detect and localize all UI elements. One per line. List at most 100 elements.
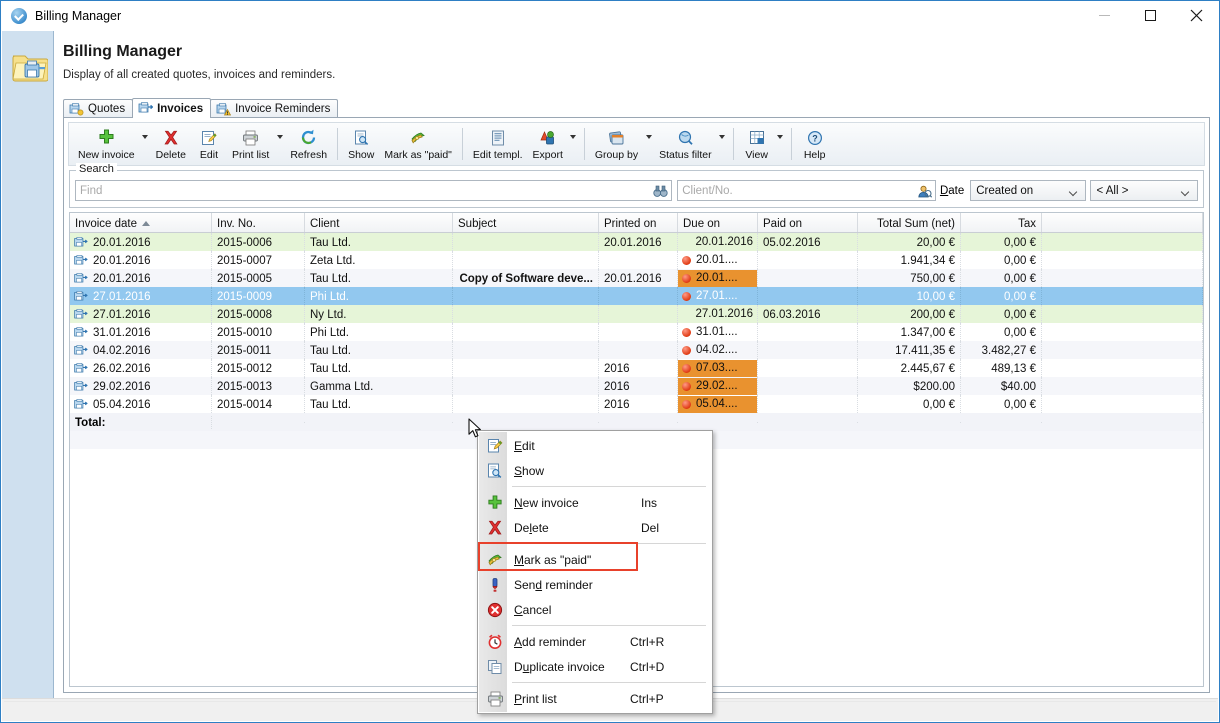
toolbar-view-dropdown[interactable] — [775, 123, 786, 165]
col-tax[interactable]: Tax — [961, 213, 1042, 232]
cell-tax: 0,00 € — [961, 269, 1042, 287]
cell-printed-on: 20.01.2016 — [599, 269, 678, 287]
col-client[interactable]: Client — [305, 213, 453, 232]
cell-subject — [453, 341, 599, 359]
context-menu-item-mark-as-paid[interactable]: Mark as "paid" — [478, 547, 712, 572]
binoculars-icon[interactable] — [653, 184, 668, 199]
cell-client: Ny Ltd. — [305, 305, 453, 323]
cell-client: Phi Ltd. — [305, 287, 453, 305]
overdue-chip: 20.01.... — [678, 270, 757, 287]
toolbar-mark-as-paid[interactable]: Mark as "paid" — [379, 123, 457, 165]
date-range-combo[interactable]: < All > — [1090, 180, 1198, 201]
col-total-sum[interactable]: Total Sum (net) — [858, 213, 961, 232]
close-button[interactable] — [1173, 1, 1219, 30]
context-menu-item-cancel[interactable]: Cancel — [478, 597, 712, 622]
cell-subject — [453, 359, 599, 377]
toolbar-status-filter[interactable]: Status filter — [654, 123, 717, 165]
col-blank[interactable] — [1042, 213, 1203, 232]
red-x-icon — [482, 520, 508, 536]
pencil-page-icon — [201, 128, 217, 147]
cell-due-on-text: 27.01.... — [696, 290, 738, 302]
toolbar-print-list-dropdown[interactable] — [274, 123, 285, 165]
context-menu-separator — [512, 682, 706, 683]
overdue-dot-icon — [682, 400, 691, 409]
cell-tax: 0,00 € — [961, 305, 1042, 323]
status-filter-icon — [677, 128, 694, 147]
context-menu-item-send-reminder[interactable]: Send reminder — [478, 572, 712, 597]
cell-subject — [453, 287, 599, 305]
client-no-input-wrap[interactable] — [677, 180, 936, 201]
maximize-button[interactable] — [1127, 1, 1173, 30]
context-menu-item-edit[interactable]: Edit — [478, 433, 712, 458]
col-paid-on[interactable]: Paid on — [758, 213, 858, 232]
cell-due-on-text: 20.01.... — [696, 254, 738, 266]
table-row[interactable]: 04.02.20162015-0011Tau Ltd.04.02....17.4… — [70, 341, 1203, 359]
cell-inv-no: 2015-0012 — [212, 359, 305, 377]
tab-invoice-reminders[interactable]: Invoice Reminders — [210, 99, 338, 118]
toolbar-edit-templ-label: Edit templ. — [473, 149, 523, 161]
toolbar-status-filter-dropdown[interactable] — [717, 123, 728, 165]
reminder-icon — [482, 577, 508, 593]
toolbar-export[interactable]: Export — [528, 123, 568, 165]
invoice-doc-icon — [74, 237, 88, 249]
context-menu-item-delete[interactable]: DeleteDel — [478, 515, 712, 540]
find-input-wrap[interactable] — [75, 180, 672, 201]
date-field-combo[interactable]: Created on — [970, 180, 1085, 201]
toolbar-new-invoice[interactable]: New invoice — [73, 123, 140, 165]
cell-blank — [1042, 395, 1203, 413]
cell-invoice-date-text: 05.04.2016 — [93, 399, 151, 411]
toolbar-view[interactable]: View — [739, 123, 775, 165]
toolbar-mark-as-paid-label: Mark as "paid" — [384, 149, 452, 161]
printer-icon — [482, 691, 508, 707]
minimize-button[interactable] — [1081, 1, 1127, 30]
toolbar-help[interactable]: ? Help — [797, 123, 833, 165]
table-row[interactable]: 29.02.20162015-0013Gamma Ltd.201629.02..… — [70, 377, 1203, 395]
tab-invoices[interactable]: Invoices — [132, 98, 211, 118]
client-search-icon[interactable] — [917, 184, 932, 199]
table-row[interactable]: 20.01.20162015-0006Tau Ltd.20.01.201620.… — [70, 233, 1203, 251]
toolbar-edit[interactable]: Edit — [191, 123, 227, 165]
context-menu-item-add-reminder[interactable]: Add reminderCtrl+R — [478, 629, 712, 654]
toolbar-refresh[interactable]: Refresh — [285, 123, 332, 165]
toolbar-delete[interactable]: Delete — [151, 123, 191, 165]
toolbar-edit-templ[interactable]: Edit templ. — [468, 123, 528, 165]
overdue-chip: 07.03.... — [678, 360, 757, 377]
table-row[interactable]: 27.01.20162015-0009Phi Ltd.27.01....10,0… — [70, 287, 1203, 305]
col-inv-no[interactable]: Inv. No. — [212, 213, 305, 232]
client-no-input[interactable] — [678, 182, 935, 199]
cell-tax: 0,00 € — [961, 251, 1042, 269]
due-value: 20.01.... — [678, 252, 757, 269]
toolbar-print-list[interactable]: Print list — [227, 123, 274, 165]
cell-invoice-date: 31.01.2016 — [70, 323, 212, 341]
toolbar-group-by-dropdown[interactable] — [643, 123, 654, 165]
toolbar-group-by[interactable]: Group by — [590, 123, 643, 165]
table-row[interactable]: 20.01.20162015-0007Zeta Ltd.20.01....1.9… — [70, 251, 1203, 269]
cell-paid-on — [758, 377, 858, 395]
overdue-dot-icon — [682, 292, 691, 301]
cell-client: Zeta Ltd. — [305, 251, 453, 269]
context-menu-item-duplicate-invoice[interactable]: Duplicate invoiceCtrl+D — [478, 654, 712, 679]
toolbar-new-invoice-dropdown[interactable] — [140, 123, 151, 165]
toolbar-export-dropdown[interactable] — [568, 123, 579, 165]
col-printed-on[interactable]: Printed on — [599, 213, 678, 232]
col-due-on[interactable]: Due on — [678, 213, 758, 232]
find-input[interactable] — [76, 182, 671, 199]
col-subject[interactable]: Subject — [453, 213, 599, 232]
cell-total-sum: 1.941,34 € — [858, 251, 961, 269]
chevron-down-icon — [1070, 189, 1078, 194]
context-menu-item-label: New invoice — [514, 496, 579, 510]
table-row[interactable]: 26.02.20162015-0012Tau Ltd.201607.03....… — [70, 359, 1203, 377]
cell-due-on-text: 07.03.... — [696, 362, 738, 374]
table-row[interactable]: 20.01.20162015-0005Tau Ltd.Copy of Softw… — [70, 269, 1203, 287]
cell-inv-no: 2015-0014 — [212, 395, 305, 413]
context-menu-item-print-list[interactable]: Print listCtrl+P — [478, 686, 712, 711]
table-row[interactable]: 27.01.20162015-0008Ny Ltd.27.01.201606.0… — [70, 305, 1203, 323]
table-row[interactable]: 05.04.20162015-0014Tau Ltd.201605.04....… — [70, 395, 1203, 413]
col-invoice-date[interactable]: Invoice date — [70, 213, 212, 232]
tab-quotes[interactable]: Quotes — [63, 99, 133, 118]
context-menu-item-new-invoice[interactable]: New invoiceIns — [478, 490, 712, 515]
toolbar-separator-2 — [462, 128, 463, 160]
toolbar-show[interactable]: Show — [343, 123, 379, 165]
table-row[interactable]: 31.01.20162015-0010Phi Ltd.31.01....1.34… — [70, 323, 1203, 341]
context-menu-item-show[interactable]: Show — [478, 458, 712, 483]
